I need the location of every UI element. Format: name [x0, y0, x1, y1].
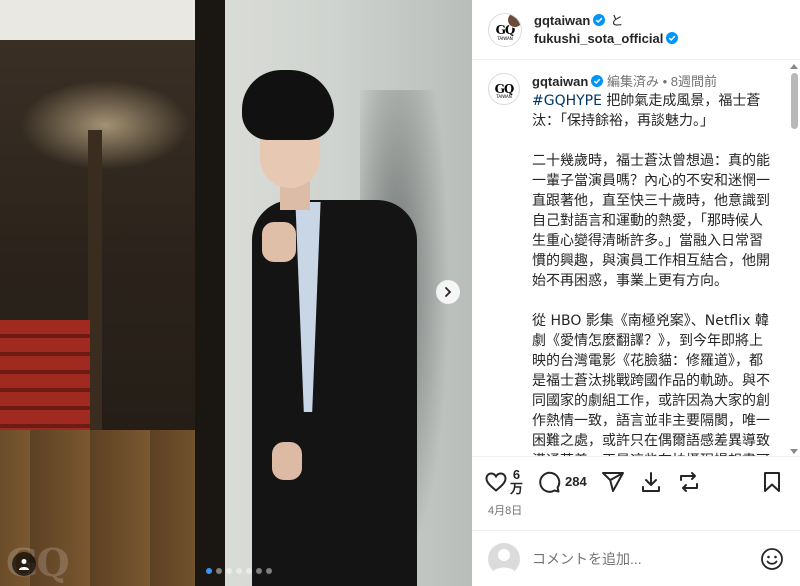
- verified-badge-icon: [591, 75, 604, 87]
- carousel-dot: [236, 568, 242, 574]
- time-ago[interactable]: 8週間前: [671, 74, 717, 89]
- chevron-right-icon: [445, 287, 452, 297]
- save-button[interactable]: [760, 470, 784, 494]
- current-user-avatar: [488, 542, 520, 575]
- hair: [242, 70, 334, 140]
- red-stairs: [0, 320, 90, 430]
- post-side-panel: GQ TAIWAN gqtaiwan と fukushi_sota_officia…: [472, 0, 800, 586]
- next-slide-button[interactable]: [436, 280, 460, 304]
- caption-scrollbar[interactable]: [790, 62, 798, 456]
- collaborator-username[interactable]: fukushi_sota_official: [534, 31, 663, 46]
- carousel-indicator: [206, 568, 272, 574]
- verified-badge-icon: [666, 31, 679, 44]
- like-button[interactable]: 6 万: [484, 466, 524, 496]
- caption-area: GQ TAIWAN gqtaiwan 編集済み • 8週間前 #GQHYPE 把…: [472, 61, 788, 456]
- user-icon: [19, 559, 29, 570]
- carousel-dot: [216, 568, 222, 574]
- post-date[interactable]: 4月8日: [488, 502, 522, 518]
- default-avatar-icon: [492, 548, 516, 575]
- tagged-users-button[interactable]: [12, 552, 36, 576]
- comment-icon: [539, 471, 561, 493]
- hashtag-link[interactable]: #GQHYPE: [532, 93, 602, 109]
- caption-text: #GQHYPE 把帥氣走成風景，福士蒼汰：「保持餘裕，再談魅力。」 二十幾歲時，…: [532, 91, 772, 456]
- carousel-dot: [266, 568, 272, 574]
- stair-railing: [88, 130, 102, 430]
- hand-in-pocket: [272, 442, 302, 480]
- comment-input[interactable]: [532, 550, 760, 567]
- caption-avatar[interactable]: GQ TAIWAN: [488, 73, 520, 105]
- repost-icon: [679, 471, 698, 492]
- like-count-number: 6: [512, 466, 521, 482]
- carousel-dot: [256, 568, 262, 574]
- author-username[interactable]: gqtaiwan: [534, 13, 590, 28]
- comment-bar: [472, 530, 800, 586]
- post-header: GQ TAIWAN gqtaiwan と fukushi_sota_officia…: [472, 0, 800, 60]
- window-light: [0, 0, 198, 40]
- caption-meta: gqtaiwan 編集済み • 8週間前: [532, 73, 772, 91]
- share-button[interactable]: [601, 470, 625, 494]
- comment-count: 284: [565, 473, 587, 489]
- person-figure: [232, 70, 432, 586]
- edited-label: 編集済み: [606, 74, 659, 89]
- hand-at-collar: [262, 222, 296, 262]
- action-bar: 6 万 284: [472, 456, 800, 506]
- carousel-dot-active: [206, 568, 212, 574]
- comment-button[interactable]: 284: [537, 470, 587, 494]
- verified-badge-icon: [593, 13, 606, 26]
- scroll-thumb[interactable]: [790, 73, 798, 129]
- share-icon: [601, 471, 624, 492]
- scroll-down-arrow-icon[interactable]: [790, 449, 798, 454]
- gq-sub-logo: TAIWAN: [497, 35, 513, 41]
- heart-icon: [485, 471, 507, 492]
- caption-text-rest: 二十幾歲時，福士蒼汰曾想過：真的能一輩子當演員嗎？內心的不安和迷惘一直跟著他，直…: [532, 153, 770, 456]
- collab-avatar[interactable]: GQ TAIWAN: [488, 12, 522, 47]
- carousel-dot: [246, 568, 252, 574]
- caption-username[interactable]: gqtaiwan: [532, 74, 588, 89]
- collab-joiner: と: [610, 12, 624, 28]
- post-photo[interactable]: GQ: [0, 0, 472, 586]
- like-count[interactable]: 6 万: [510, 466, 524, 496]
- bookmark-icon: [764, 471, 780, 492]
- author-names: gqtaiwan と fukushi_sota_official: [534, 12, 679, 48]
- download-icon: [641, 471, 660, 492]
- gq-sub-logo: TAIWAN: [496, 94, 512, 99]
- meta-separator: •: [662, 74, 668, 89]
- repost-button[interactable]: [677, 470, 701, 494]
- ceiling-light: [20, 80, 190, 170]
- caption-content: gqtaiwan 編集済み • 8週間前 #GQHYPE 把帥氣走成風景，福士蒼…: [532, 73, 772, 456]
- door-frame: [195, 0, 225, 586]
- collaborator-avatar: [507, 13, 521, 28]
- download-button[interactable]: [639, 470, 663, 494]
- carousel-dot: [226, 568, 232, 574]
- like-count-unit: 万: [510, 480, 524, 496]
- scroll-up-arrow-icon[interactable]: [790, 64, 798, 69]
- emoji-icon[interactable]: [760, 547, 784, 571]
